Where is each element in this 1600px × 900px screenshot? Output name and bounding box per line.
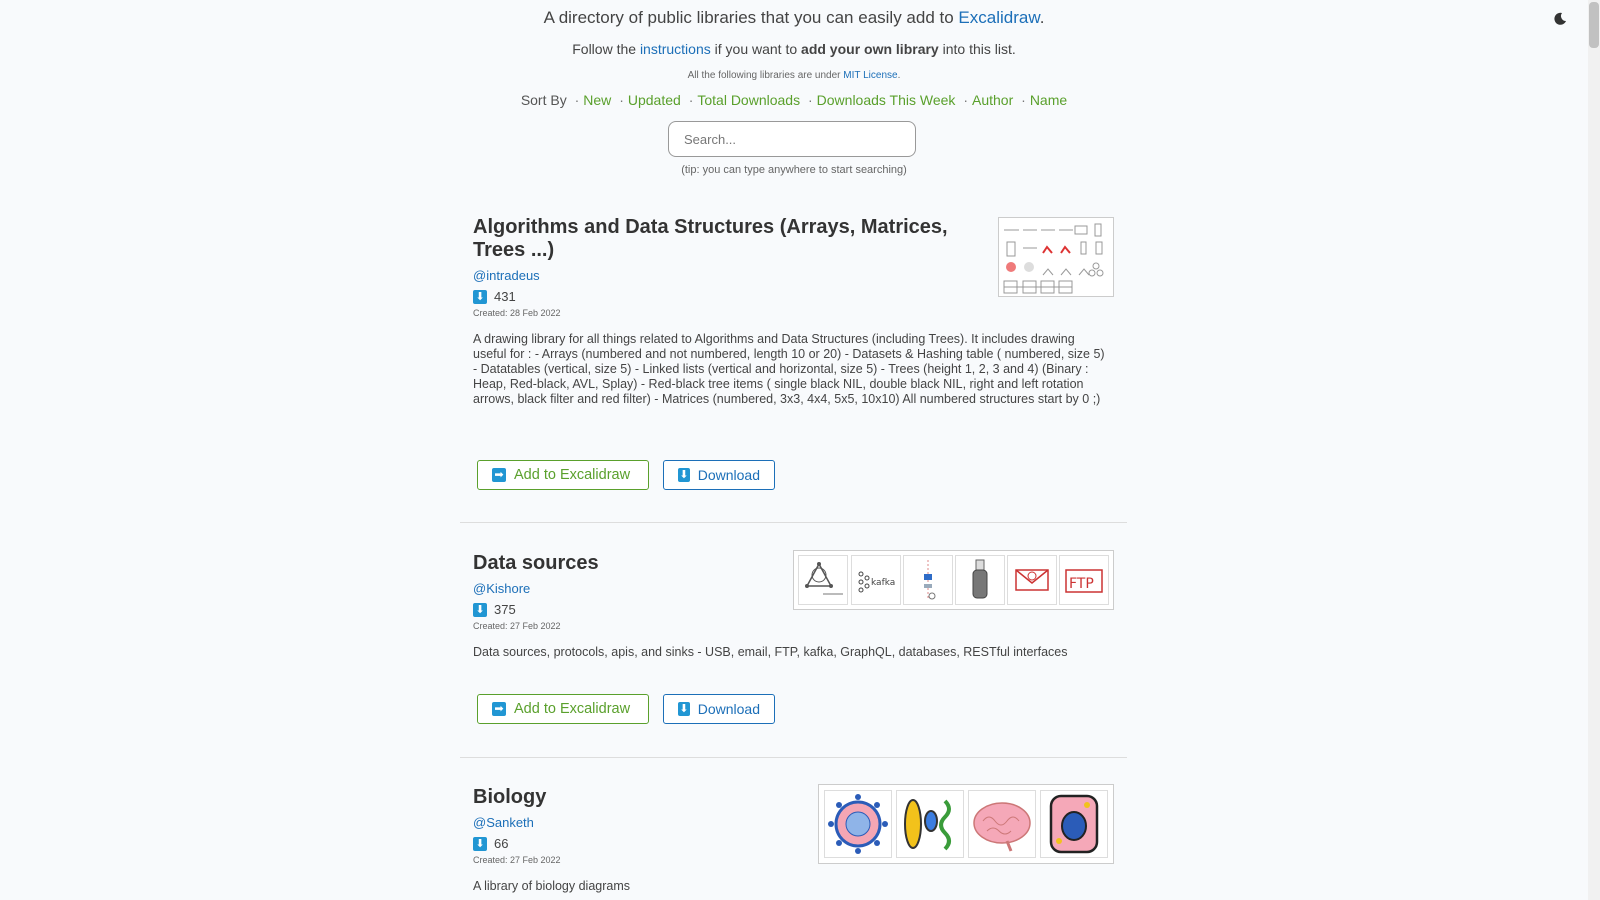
excalidraw-link[interactable]: Excalidraw	[958, 8, 1039, 27]
library-description: A drawing library for all things related…	[473, 332, 1105, 406]
download-arrow-icon: ⬇	[678, 702, 690, 716]
library-description: A library of biology diagrams	[473, 879, 631, 893]
created-date: Created: 27 Feb 2022	[473, 621, 561, 631]
download-arrow-icon: ⬇	[473, 836, 487, 851]
created-date: Created: 28 Feb 2022	[473, 308, 561, 318]
add-to-excalidraw-button[interactable]: ➡ Add to Excalidraw	[477, 460, 649, 490]
database-icon	[903, 555, 953, 605]
ftp-icon: FTP	[1059, 555, 1109, 605]
arrow-right-icon: ➡	[492, 468, 506, 482]
add-to-excalidraw-button[interactable]: ➡ Add to Excalidraw	[477, 694, 649, 724]
library-preview-image[interactable]	[818, 784, 1114, 864]
download-arrow-icon: ⬇	[678, 468, 690, 482]
sort-name[interactable]: Name	[1030, 92, 1067, 108]
svg-text:FTP: FTP	[1069, 576, 1094, 592]
graphql-icon	[798, 555, 848, 605]
email-icon	[1007, 555, 1057, 605]
scrollbar-thumb[interactable]	[1589, 2, 1599, 48]
follow-instructions-text: Follow the instructions if you want to a…	[572, 41, 1016, 57]
brain-icon	[968, 790, 1036, 858]
sort-author[interactable]: Author	[972, 92, 1013, 108]
sort-new[interactable]: New	[583, 92, 611, 108]
page: A directory of public libraries that you…	[0, 0, 1600, 900]
sort-total-downloads[interactable]: Total Downloads	[697, 92, 800, 108]
sort-by-label: Sort By	[520, 92, 567, 108]
download-button[interactable]: ⬇ Download	[663, 460, 775, 490]
scrollbar-track[interactable]	[1588, 0, 1600, 900]
license-text: All the following libraries are under MI…	[687, 70, 901, 81]
library-actions: ➡ Add to Excalidraw ⬇ Download	[477, 460, 775, 490]
sort-updated[interactable]: Updated	[628, 92, 681, 108]
library-description: Data sources, protocols, apis, and sinks…	[473, 645, 1068, 659]
sort-by-bar: Sort By · New · Updated · Total Downloads ·…	[520, 92, 1068, 108]
search-tip: (tip: you can type anywhere to start sea…	[681, 164, 907, 176]
intro-text: A directory of public libraries that you…	[543, 8, 1045, 27]
divider	[460, 757, 1127, 758]
library-preview-image[interactable]	[998, 217, 1114, 297]
sort-downloads-this-week[interactable]: Downloads This Week	[817, 92, 956, 108]
download-arrow-icon: ⬇	[473, 289, 487, 304]
virus-icon	[824, 790, 892, 858]
download-button[interactable]: ⬇ Download	[663, 694, 775, 724]
instructions-link[interactable]: instructions	[640, 41, 711, 57]
library-title: Algorithms and Data Structures (Arrays, …	[473, 216, 948, 261]
bacteria-icon	[896, 790, 964, 858]
download-arrow-icon: ⬇	[473, 602, 487, 617]
library-actions: ➡ Add to Excalidraw ⬇ Download	[477, 694, 775, 724]
library-preview-image[interactable]: kafka FTP	[793, 550, 1114, 610]
algorithms-preview-icon	[1003, 223, 1104, 294]
search-input[interactable]	[668, 121, 916, 157]
mit-license-link[interactable]: MIT License	[843, 70, 897, 81]
arrow-right-icon: ➡	[492, 702, 506, 716]
cell-icon	[1040, 790, 1108, 858]
usb-icon	[955, 555, 1005, 605]
svg-text:kafka: kafka	[871, 578, 895, 588]
divider	[460, 522, 1127, 523]
kafka-icon: kafka	[851, 555, 901, 605]
